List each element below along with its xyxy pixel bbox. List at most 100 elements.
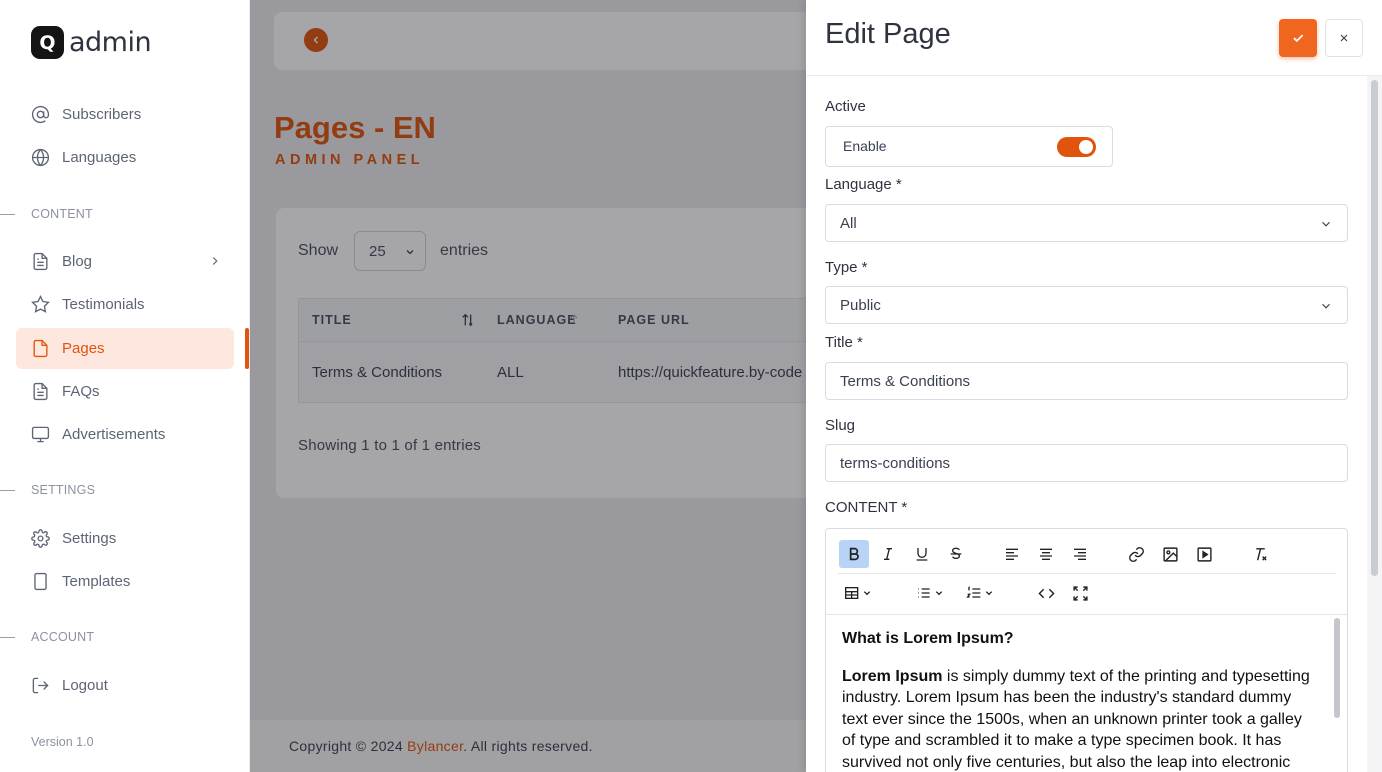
drawer-scrollbar[interactable] [1367,76,1382,772]
type-select-value: Public [840,296,881,314]
save-button[interactable] [1279,19,1317,57]
version-label: Version 1.0 [31,735,94,749]
table-button[interactable] [839,579,879,607]
check-icon [1293,34,1304,43]
bullet-list-icon [918,588,943,598]
language-select[interactable]: All [825,204,1348,242]
sidebar-item-pages[interactable]: Pages [16,328,234,369]
sidebar-item-label: Settings [62,530,117,547]
document-icon [31,252,50,271]
align-right-icon [1074,548,1086,560]
video-icon [1196,546,1212,562]
drawer-scrollbar-thumb[interactable] [1371,80,1378,576]
close-icon [1340,34,1348,42]
slug-input-value: terms-conditions [840,454,951,472]
image-button[interactable] [1155,540,1185,568]
content-lead-bold: Lorem Ipsum [842,667,943,685]
source-code-button[interactable] [1031,579,1061,607]
link-icon [1128,546,1144,562]
editor-scrollbar[interactable] [1334,618,1340,718]
strikethrough-button[interactable] [941,540,971,568]
align-center-icon [1040,548,1052,560]
title-input-value: Terms & Conditions [840,372,971,390]
toolbar-divider [838,573,1336,574]
logo-text: admin [69,27,152,58]
italic-button[interactable] [873,540,903,568]
align-center-button[interactable] [1031,540,1061,568]
sidebar-item-blog[interactable]: Blog [16,241,234,282]
at-icon [31,105,50,124]
drawer-header: Edit Page [806,0,1382,76]
strikethrough-icon [950,547,962,560]
edit-page-drawer: Edit Page Active Enable Language * All T… [806,0,1382,772]
type-select[interactable]: Public [825,286,1348,324]
align-left-button[interactable] [997,540,1027,568]
type-label: Type * [825,259,868,276]
language-select-value: All [840,214,857,232]
title-input[interactable]: Terms & Conditions [825,362,1348,400]
sidebar-item-label: Testimonials [62,296,145,313]
logo[interactable]: Q admin [31,26,152,59]
bold-button[interactable] [839,540,869,568]
video-button[interactable] [1189,540,1219,568]
close-button[interactable] [1325,19,1363,57]
image-icon [1162,546,1178,562]
section-label-text: SETTINGS [31,483,96,497]
underline-button[interactable] [907,540,937,568]
editor-content[interactable]: What is Lorem Ipsum? Lorem Ipsum is simp… [826,616,1332,772]
link-button[interactable] [1121,540,1151,568]
enable-toggle[interactable] [1057,137,1096,157]
section-label-settings: SETTINGS [0,483,95,497]
section-label-content: CONTENT [0,207,93,221]
logo-mark: Q [31,26,64,59]
clear-format-icon [1255,547,1267,561]
bold-icon [849,547,859,561]
sidebar-item-label: Advertisements [62,426,166,443]
sidebar-item-label: Templates [62,573,131,590]
modal-backdrop[interactable] [250,0,806,772]
clear-format-button[interactable] [1245,540,1275,568]
sidebar-item-testimonials[interactable]: Testimonials [16,284,234,325]
sidebar-item-subscribers[interactable]: Subscribers [16,94,234,135]
tablet-icon [31,572,50,591]
content-heading: What is Lorem Ipsum? [842,630,1014,647]
editor-toolbar [826,529,1347,615]
logout-icon [31,676,50,695]
sidebar-item-settings[interactable]: Settings [16,518,234,559]
section-label-account: ACCOUNT [0,630,94,644]
numbered-list-icon [966,586,993,598]
enable-label: Enable [843,138,887,154]
slug-label: Slug [825,417,856,434]
sidebar-item-label: Logout [62,677,108,694]
bullet-list-button[interactable] [911,579,951,607]
fullscreen-button[interactable] [1065,579,1095,607]
slug-input[interactable]: terms-conditions [825,444,1348,482]
sidebar-item-label: Blog [62,253,93,270]
sidebar-item-templates[interactable]: Templates [16,561,234,602]
sidebar-item-label: Pages [62,340,105,357]
drawer-title: Edit Page [825,18,951,50]
gear-icon [31,529,50,548]
chevron-down-icon [1319,217,1333,231]
sidebar-item-logout[interactable]: Logout [16,665,234,706]
language-label: Language * [825,176,902,193]
italic-icon [884,548,892,560]
rich-text-editor: What is Lorem Ipsum? Lorem Ipsum is simp… [825,528,1348,772]
content-label: CONTENT * [825,499,908,516]
globe-icon [31,148,50,167]
monitor-icon [31,425,50,444]
sidebar-item-advertisements[interactable]: Advertisements [16,414,234,455]
section-label-text: ACCOUNT [31,630,95,644]
sidebar-item-languages[interactable]: Languages [16,137,234,178]
section-label-text: CONTENT [31,207,93,221]
sidebar-item-label: Languages [62,149,137,166]
active-indicator [245,328,249,369]
chevron-down-icon [1319,299,1333,313]
underline-icon [916,548,928,561]
star-icon [31,295,50,314]
document-icon [31,382,50,401]
chevron-right-icon [208,254,222,268]
align-right-button[interactable] [1065,540,1095,568]
sidebar-item-faqs[interactable]: FAQs [16,371,234,412]
numbered-list-button[interactable] [961,579,1001,607]
